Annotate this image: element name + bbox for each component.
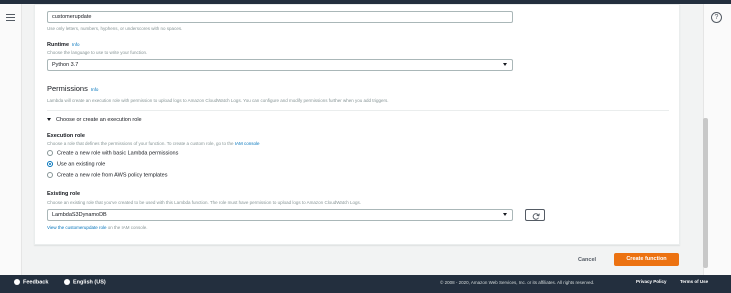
- radio-button[interactable]: [47, 172, 53, 178]
- existing-role-value: LambdaS3DynamoDB: [52, 212, 107, 218]
- view-role-note: View the customerupdate role on the IAM …: [47, 225, 148, 230]
- permissions-description: Lambda will create an execution role wit…: [47, 98, 389, 103]
- radio-create-from-templates[interactable]: Create a new role from AWS policy templa…: [47, 172, 167, 178]
- runtime-value: Python 3.7: [52, 62, 79, 68]
- globe-icon: [64, 279, 70, 285]
- runtime-hint: Choose the language to use to write your…: [47, 50, 148, 55]
- chevron-down-icon: [503, 63, 507, 66]
- language-selector[interactable]: English (US): [64, 279, 106, 285]
- cancel-button[interactable]: Cancel: [578, 257, 596, 263]
- divider: [47, 110, 669, 111]
- function-name-input[interactable]: customerupdate: [47, 11, 513, 23]
- left-side-rail: [0, 4, 22, 275]
- refresh-roles-button[interactable]: [525, 209, 545, 221]
- function-name-value: customerupdate: [52, 14, 92, 20]
- permissions-info-link[interactable]: Info: [91, 87, 99, 92]
- radio-button-selected[interactable]: [47, 161, 53, 167]
- execution-role-label: Execution role: [47, 133, 85, 139]
- execution-role-hint: Choose a role that defines the permissio…: [47, 141, 260, 146]
- permissions-title: Permissions Info: [47, 84, 99, 93]
- create-function-button[interactable]: Create function: [614, 253, 679, 266]
- help-icon[interactable]: ?: [711, 12, 722, 23]
- privacy-policy-link[interactable]: Privacy Policy: [636, 279, 667, 284]
- terms-of-use-link[interactable]: Terms of Use: [680, 279, 708, 284]
- feedback-button[interactable]: Feedback: [14, 279, 48, 285]
- existing-role-label: Existing role: [47, 191, 81, 197]
- scrollbar-thumb[interactable]: [703, 118, 708, 268]
- feedback-icon: [14, 279, 20, 285]
- hamburger-menu-icon[interactable]: [6, 14, 15, 21]
- radio-use-existing-role[interactable]: Use an existing role: [47, 161, 105, 167]
- runtime-select[interactable]: Python 3.7: [47, 59, 513, 71]
- existing-role-select[interactable]: LambdaS3DynamoDB: [47, 209, 513, 221]
- function-name-hint: Use only letters, numbers, hyphens, or u…: [47, 26, 183, 31]
- caret-down-icon: [47, 118, 51, 122]
- execution-role-expander[interactable]: Choose or create an execution role: [47, 117, 142, 123]
- runtime-label: Runtime Info: [47, 42, 80, 48]
- existing-role-hint: Choose an existing role that you've crea…: [47, 200, 362, 205]
- chevron-down-icon: [503, 213, 507, 216]
- radio-button[interactable]: [47, 150, 53, 156]
- runtime-info-link[interactable]: Info: [72, 42, 80, 47]
- copyright-text: © 2008 - 2020, Amazon Web Services, Inc.…: [440, 280, 595, 285]
- view-role-link[interactable]: View the customerupdate role: [47, 225, 106, 230]
- radio-create-basic-role[interactable]: Create a new role with basic Lambda perm…: [47, 150, 178, 156]
- refresh-icon: [532, 212, 540, 220]
- create-function-panel: customerupdate Use only letters, numbers…: [34, 4, 680, 245]
- footer-bar: Feedback English (US) © 2008 - 2020, Ama…: [0, 275, 731, 293]
- iam-console-link[interactable]: IAM console: [235, 141, 260, 146]
